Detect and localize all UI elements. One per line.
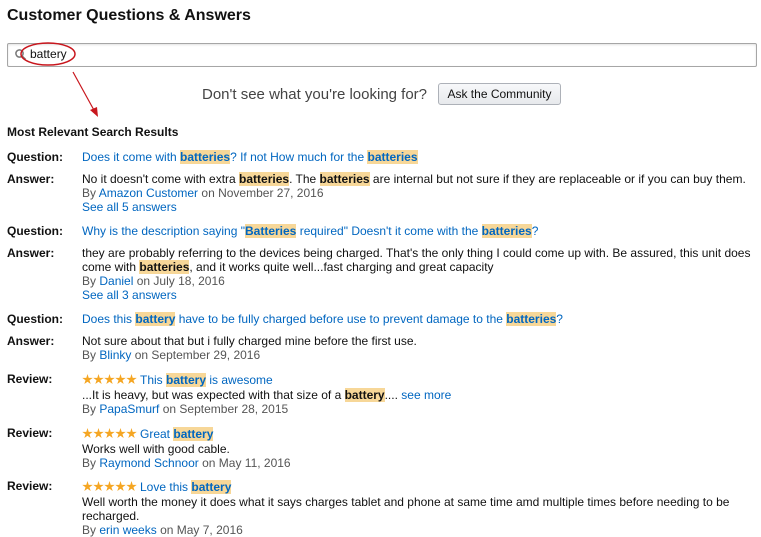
review-byline: By erin weeks on May 7, 2016	[82, 523, 243, 537]
review-text: Works well with good cable.	[82, 442, 230, 456]
answer-byline: By Daniel on July 18, 2016	[82, 274, 225, 288]
annotation-arrow-line	[72, 71, 96, 113]
author-link[interactable]: Amazon Customer	[99, 186, 198, 200]
answer-text: No it doesn't come with extra batteries.…	[82, 172, 746, 186]
question-row: Why is the description saying "Batteries…	[82, 224, 754, 238]
review-title-link[interactable]: This battery is awesome	[140, 373, 273, 387]
results-heading: Most Relevant Search Results	[7, 125, 179, 139]
ask-community-button[interactable]: Ask the Community	[438, 83, 561, 105]
question-row: Does this battery have to be fully charg…	[82, 312, 754, 326]
author-link[interactable]: Daniel	[99, 274, 133, 288]
review-block: Love this battery Well worth the money i…	[82, 480, 754, 537]
question-link[interactable]: Does this battery have to be fully charg…	[82, 312, 563, 326]
review-label: Review:	[7, 372, 53, 386]
question-label: Question:	[7, 224, 63, 238]
author-link[interactable]: erin weeks	[99, 523, 156, 537]
answer-label: Answer:	[7, 334, 55, 348]
author-link[interactable]: Raymond Schnoor	[99, 456, 198, 470]
question-label: Question:	[7, 150, 63, 164]
star-rating	[82, 374, 137, 388]
review-byline: By Raymond Schnoor on May 11, 2016	[82, 456, 291, 470]
answer-block: they are probably referring to the devic…	[82, 246, 754, 302]
review-block: This battery is awesome ...It is heavy, …	[82, 373, 754, 416]
see-all-answers-link[interactable]: See all 3 answers	[82, 288, 177, 302]
star-rating	[82, 428, 137, 442]
author-link[interactable]: Blinky	[99, 348, 131, 362]
review-block: Great battery Works well with good cable…	[82, 427, 754, 470]
answer-text: they are probably referring to the devic…	[82, 246, 751, 274]
answer-block: No it doesn't come with extra batteries.…	[82, 172, 754, 214]
see-more-link[interactable]: see more	[401, 388, 451, 402]
question-row: Does it come with batteries? If not How …	[82, 150, 754, 164]
answer-label: Answer:	[7, 246, 55, 260]
search-box[interactable]	[7, 43, 757, 67]
review-title-link[interactable]: Love this battery	[140, 480, 232, 494]
answer-byline: By Amazon Customer on November 27, 2016	[82, 186, 324, 200]
search-input[interactable]	[30, 46, 730, 62]
review-text: Well worth the money it does what it say…	[82, 495, 730, 523]
question-label: Question:	[7, 312, 63, 326]
review-title-link[interactable]: Great battery	[140, 427, 214, 441]
answer-block: Not sure about that but i fully charged …	[82, 334, 754, 362]
answer-label: Answer:	[7, 172, 55, 186]
question-link[interactable]: Does it come with batteries? If not How …	[82, 150, 418, 164]
annotation-arrowhead	[90, 107, 98, 117]
search-icon	[15, 49, 27, 61]
page-title: Customer Questions & Answers	[7, 7, 251, 24]
question-link[interactable]: Why is the description saying "Batteries…	[82, 224, 538, 238]
review-label: Review:	[7, 479, 53, 493]
ask-prompt-text: Don't see what you're looking for?	[202, 86, 428, 103]
answer-byline: By Blinky on September 29, 2016	[82, 348, 261, 362]
author-link[interactable]: PapaSmurf	[99, 402, 159, 416]
answer-text: Not sure about that but i fully charged …	[82, 334, 417, 348]
see-all-answers-link[interactable]: See all 5 answers	[82, 200, 177, 214]
review-text: ...It is heavy, but was expected with th…	[82, 388, 452, 402]
review-byline: By PapaSmurf on September 28, 2015	[82, 402, 289, 416]
star-rating	[82, 481, 137, 495]
review-label: Review:	[7, 426, 53, 440]
